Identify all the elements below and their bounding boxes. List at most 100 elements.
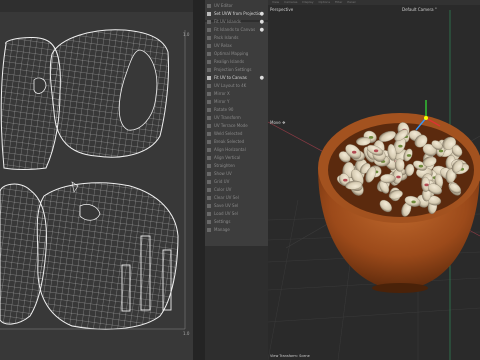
uv-command-item[interactable]: UV Relax — [207, 43, 265, 49]
command-label: Align Horizontal — [214, 147, 246, 152]
pistachio-kernel — [411, 200, 416, 204]
uv-command-item[interactable]: Projection Settings — [207, 67, 265, 73]
options-icon[interactable]: ● — [260, 19, 264, 25]
command-label: Align Vertical — [214, 155, 241, 160]
uv-command-item[interactable]: Show UV — [207, 171, 265, 177]
command-icon — [207, 204, 211, 208]
command-icon — [207, 124, 211, 128]
perspective-viewport[interactable]: View Cameras Display Options Filter Pane… — [268, 0, 480, 360]
command-icon — [207, 28, 211, 32]
command-icon — [207, 52, 211, 56]
command-label: Save UV Sel — [214, 203, 239, 208]
uv-command-item[interactable]: UV Terrace Mode — [207, 123, 265, 129]
command-icon — [207, 156, 211, 160]
command-label: Optimal Mapping — [214, 51, 249, 56]
uv-command-item[interactable]: Fit Islands to Canvas ● — [207, 27, 265, 33]
command-icon — [207, 132, 211, 136]
viewport-scene[interactable] — [268, 0, 480, 360]
uv-command-item[interactable]: Straighten — [207, 163, 265, 169]
uv-command-item[interactable]: UV Layout to 4K — [207, 83, 265, 89]
uv-command-item[interactable]: Rotate 90 — [207, 107, 265, 113]
command-icon — [207, 164, 211, 168]
command-icon — [207, 92, 211, 96]
uv-command-item[interactable]: Mirror Y — [207, 99, 265, 105]
command-label: Fit Islands to Canvas — [214, 27, 256, 32]
command-label: Straighten — [214, 163, 235, 168]
uv-command-item[interactable]: Fit UV Islands ● — [207, 19, 265, 25]
command-label: Manage — [214, 227, 230, 232]
uv-command-item[interactable]: Realign Islands — [207, 59, 265, 65]
viewport-title: Perspective — [270, 7, 294, 12]
uv-command-item[interactable]: Optimal Mapping — [207, 51, 265, 57]
command-label: Weld Selected — [214, 131, 243, 136]
pistachio-kernel — [373, 149, 379, 153]
command-icon — [207, 12, 211, 16]
uv-tick-bottom: 1.0 — [183, 331, 190, 336]
uv-command-item[interactable]: Save UV Sel — [207, 203, 265, 209]
pistachio-kernel — [343, 178, 348, 182]
pistachio-kernel — [438, 149, 444, 153]
command-label: Clear UV Sel — [214, 195, 239, 200]
viewport-camera[interactable]: Default Camera ° — [402, 7, 437, 12]
pistachio-kernel — [406, 154, 412, 157]
command-icon — [207, 84, 211, 88]
uv-command-item[interactable]: UV Transform — [207, 115, 265, 121]
command-icon — [207, 60, 211, 64]
uv-command-item[interactable]: Clear UV Sel — [207, 195, 265, 201]
command-icon — [207, 100, 211, 104]
command-label: Show UV — [214, 171, 232, 176]
command-icon — [207, 116, 211, 120]
uv-command-item[interactable]: Grid UV — [207, 179, 265, 185]
command-icon — [207, 44, 211, 48]
move-tool-label: Move ❖ — [270, 120, 286, 125]
command-label: Grid UV — [214, 179, 230, 184]
uv-editor[interactable]: 1.0 1.0 — [0, 0, 193, 360]
uv-command-item[interactable]: Mirror X — [207, 91, 265, 97]
panel-separator — [193, 0, 205, 360]
command-icon — [207, 180, 211, 184]
uv-command-item[interactable]: Color UV — [207, 187, 265, 193]
command-icon — [207, 196, 211, 200]
uv-command-item[interactable]: Weld Selected — [207, 131, 265, 137]
uv-command-item[interactable]: Load UV Sel — [207, 211, 265, 217]
options-icon[interactable]: ● — [260, 27, 264, 33]
command-label: Realign Islands — [214, 59, 245, 64]
uv-command-item[interactable]: Manage — [207, 227, 265, 233]
uv-command-item[interactable]: Fit UV to Canvas ● — [207, 75, 265, 81]
uv-command-item[interactable]: UV Editor — [207, 3, 265, 9]
uv-layout-canvas[interactable] — [0, 0, 193, 360]
gizmo-center[interactable] — [424, 116, 428, 120]
pistachio-kernel — [368, 136, 374, 139]
options-icon[interactable]: ● — [260, 11, 264, 17]
bowl-foot — [372, 283, 428, 293]
command-label: UV Relax — [214, 43, 232, 48]
command-label: Color UV — [214, 187, 232, 192]
command-label: UV Transform — [214, 115, 241, 120]
command-label: Pack Islands — [214, 35, 239, 40]
command-icon — [207, 140, 211, 144]
options-icon[interactable]: ● — [260, 75, 264, 81]
uv-command-item[interactable]: Break Selected — [207, 139, 265, 145]
pistachio — [380, 173, 396, 184]
uv-command-item[interactable]: Settings — [207, 219, 265, 225]
command-icon — [207, 188, 211, 192]
uv-command-item[interactable]: Pack Islands — [207, 35, 265, 41]
view-transform-footer: View Transform: Scene — [270, 354, 310, 358]
command-label: Fit UV Islands — [214, 19, 241, 24]
command-icon — [207, 228, 211, 232]
command-label: Break Selected — [214, 139, 245, 144]
command-label: UV Terrace Mode — [214, 123, 248, 128]
command-icon — [207, 172, 211, 176]
command-label: Settings — [214, 219, 231, 224]
command-label: Mirror X — [214, 91, 230, 96]
command-label: Mirror Y — [214, 99, 230, 104]
uv-command-item[interactable]: Set UVW from Projection ● — [207, 11, 265, 17]
uv-tick-top: 1.0 — [183, 32, 190, 37]
pistachio-kernel — [352, 150, 357, 154]
command-label: Fit UV to Canvas — [214, 75, 247, 80]
command-icon — [207, 68, 211, 72]
command-icon — [207, 76, 211, 80]
uv-command-item[interactable]: Align Horizontal — [207, 147, 265, 153]
uv-command-item[interactable]: Align Vertical — [207, 155, 265, 161]
command-label: Projection Settings — [214, 67, 252, 72]
